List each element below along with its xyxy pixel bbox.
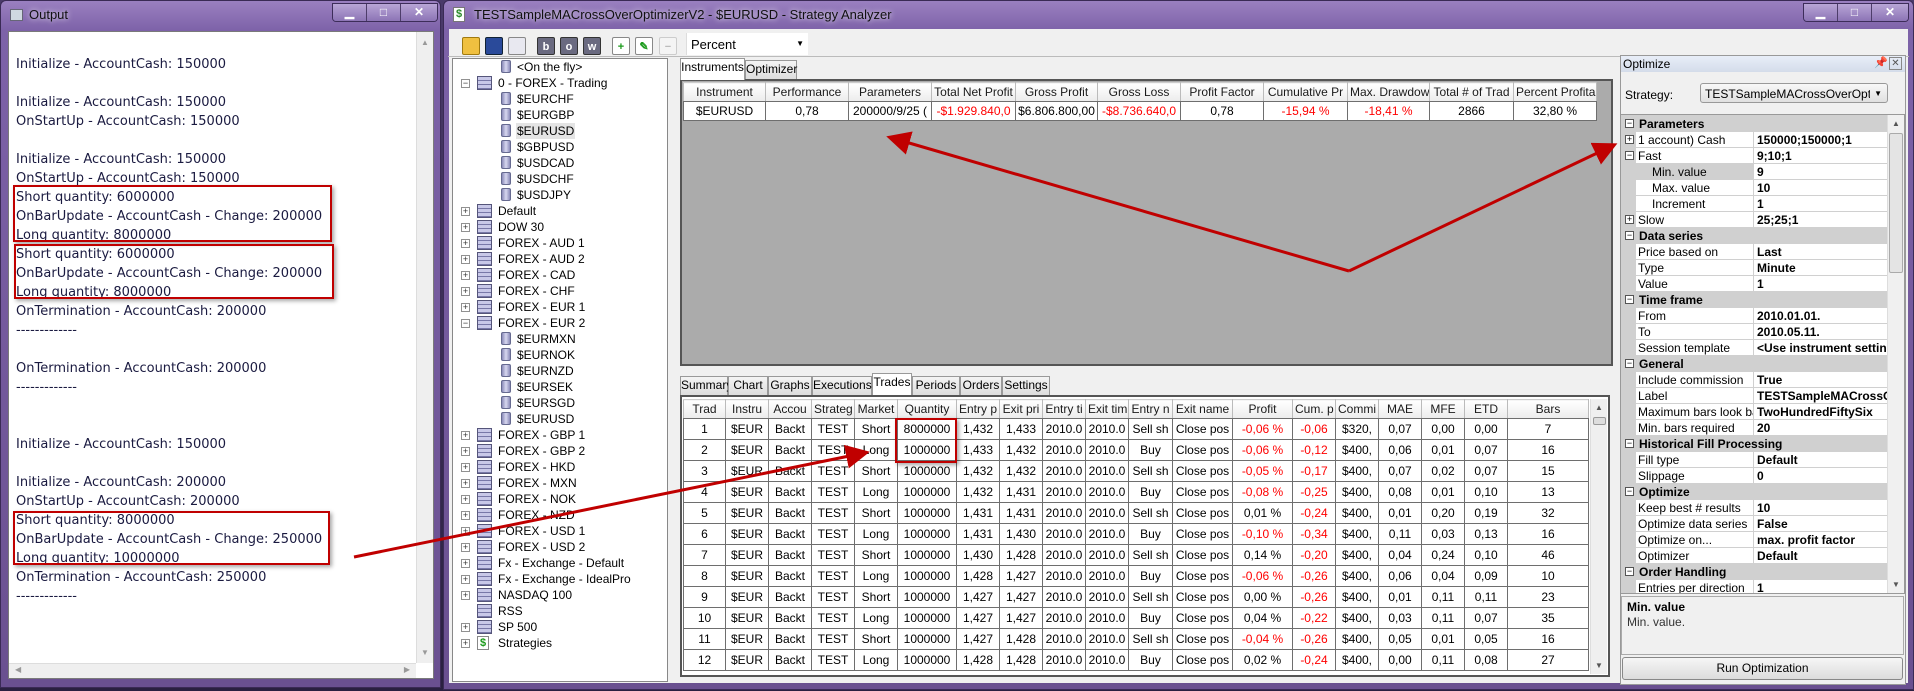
arrow-to-cash-parameter	[1348, 142, 1618, 273]
tab-instruments[interactable]: Instruments	[680, 58, 745, 80]
annotation-arrows	[353, 131, 1618, 559]
expand-icon[interactable]: +	[1625, 215, 1634, 224]
arrow-to-parameters	[886, 131, 1350, 273]
collapse-icon[interactable]: −	[1625, 151, 1634, 160]
tab-trades[interactable]: Trades	[872, 373, 912, 395]
expand-icon[interactable]: +	[1625, 135, 1634, 144]
arrow-to-quantity	[353, 444, 870, 559]
